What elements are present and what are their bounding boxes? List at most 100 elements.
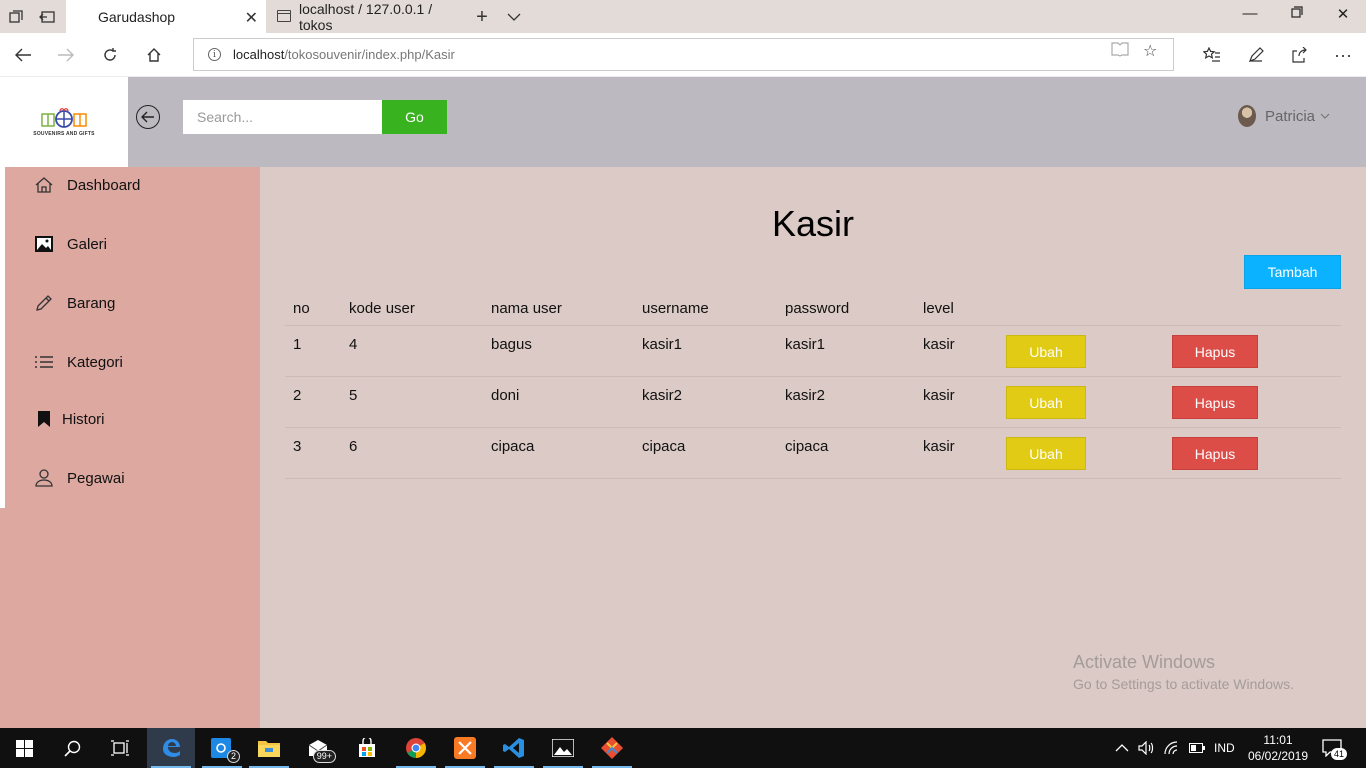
cell-level: kasir [923, 336, 955, 353]
tab-label: localhost / 127.0.0.1 / tokos [299, 0, 433, 33]
task-view-icon[interactable] [96, 728, 144, 768]
chrome-icon[interactable] [392, 728, 440, 768]
table-row: 3 6 cipaca cipaca cipaca kasir Ubah Hapu… [285, 428, 1341, 479]
table-row: 1 4 bagus kasir1 kasir1 kasir Ubah Hapus [285, 326, 1341, 377]
share-icon[interactable] [1287, 44, 1311, 66]
pencil-icon [34, 293, 54, 313]
cell-kode-user: 6 [349, 438, 358, 455]
show-hidden-icons-icon[interactable] [1115, 728, 1129, 768]
address-bar[interactable]: i localhost/tokosouvenir/index.php/Kasir [193, 38, 1174, 71]
site-info-icon[interactable]: i [208, 48, 221, 61]
column-header: password [785, 300, 850, 317]
edit-button[interactable]: Ubah [1006, 386, 1086, 419]
window-close-icon[interactable]: ✕ [1331, 5, 1355, 23]
home-icon [34, 175, 54, 195]
tab-label: Garudashop [98, 8, 176, 25]
close-icon[interactable]: ✕ [245, 8, 258, 28]
minimize-icon[interactable]: — [1238, 5, 1262, 22]
forward-icon[interactable] [54, 44, 78, 66]
edit-button[interactable]: Ubah [1006, 335, 1086, 368]
store-icon[interactable] [343, 728, 391, 768]
edit-button[interactable]: Ubah [1006, 437, 1086, 470]
sidebar-item-kategori[interactable]: Kategori [5, 342, 260, 382]
volume-icon[interactable] [1138, 728, 1154, 768]
start-windows-icon[interactable] [0, 728, 48, 768]
mail-app-icon[interactable]: 2 [198, 728, 246, 768]
git-icon[interactable] [588, 728, 636, 768]
tab-phpmyadmin[interactable]: localhost / 127.0.0.1 / tokos [267, 0, 467, 33]
tab-garudashop[interactable]: Garudashop ✕ [66, 0, 266, 33]
store-badge: 99+ [312, 750, 336, 763]
sidebar-item-galeri[interactable]: Galeri [5, 224, 260, 264]
logo-caption: SOUVENIRS AND GIFTS [33, 131, 95, 137]
new-tab-icon[interactable]: + [472, 6, 492, 28]
app-header: SOUVENIRS AND GIFTS Go Patricia [0, 77, 1366, 167]
inbox-icon[interactable]: 99+ [294, 728, 342, 768]
sidebar-item-label: Histori [62, 410, 105, 428]
sidebar-item-barang[interactable]: Barang [5, 283, 260, 323]
photos-icon[interactable] [539, 728, 587, 768]
activation-watermark: Activate Windows Go to Settings to activ… [1073, 652, 1294, 692]
bookmark-icon [34, 409, 54, 429]
set-tabs-aside-icon[interactable] [37, 7, 57, 27]
kasir-table: no kode user nama user username password… [285, 290, 1341, 479]
delete-button[interactable]: Hapus [1172, 437, 1258, 470]
system-clock[interactable]: 11:01 06/02/2019 [1246, 732, 1310, 764]
cell-level: kasir [923, 438, 955, 455]
sidebar-item-pegawai[interactable]: Pegawai [5, 458, 260, 498]
xampp-icon[interactable] [441, 728, 489, 768]
cell-username: cipaca [642, 438, 686, 455]
battery-icon[interactable] [1189, 728, 1205, 768]
sidebar-item-label: Dashboard [67, 176, 141, 194]
cell-username: kasir2 [642, 387, 683, 404]
reading-view-icon[interactable] [1111, 41, 1129, 62]
cell-username: kasir1 [642, 336, 683, 353]
refresh-icon[interactable] [98, 44, 122, 66]
add-button[interactable]: Tambah [1244, 255, 1341, 289]
back-icon[interactable] [11, 44, 35, 66]
sidebar-toggle-back-icon[interactable] [136, 105, 160, 129]
user-icon [34, 468, 54, 488]
chevron-down-icon [1320, 110, 1330, 122]
table-header: no kode user nama user username password… [285, 290, 1341, 326]
sidebar-item-dashboard[interactable]: Dashboard [5, 165, 260, 205]
address-host: localhost [233, 47, 285, 62]
sidebar-item-histori[interactable]: Histori [5, 399, 260, 439]
table-row: 2 5 doni kasir2 kasir2 kasir Ubah Hapus [285, 377, 1341, 428]
column-header: kode user [349, 300, 415, 317]
page-title: Kasir [771, 203, 855, 244]
avatar [1238, 105, 1256, 127]
vscode-icon[interactable] [490, 728, 538, 768]
edge-icon[interactable] [147, 728, 195, 768]
wifi-icon[interactable] [1164, 728, 1180, 768]
cell-nama-user: cipaca [491, 438, 535, 455]
sidebar-item-label: Galeri [67, 235, 108, 253]
more-icon[interactable]: ··· [1331, 44, 1355, 66]
notification-center-icon[interactable]: 41 [1322, 728, 1348, 768]
favorites-icon[interactable] [1200, 44, 1224, 66]
home-browser-icon[interactable] [142, 44, 166, 66]
cell-password: cipaca [785, 438, 829, 455]
go-button[interactable]: Go [382, 100, 447, 134]
chevron-down-icon[interactable] [504, 7, 524, 27]
cell-password: kasir1 [785, 336, 826, 353]
user-menu[interactable]: Patricia [1238, 105, 1330, 127]
logo[interactable]: SOUVENIRS AND GIFTS [0, 77, 128, 167]
favorite-star-icon[interactable]: ☆ [1143, 41, 1157, 61]
delete-button[interactable]: Hapus [1172, 386, 1258, 419]
search-icon[interactable] [48, 728, 96, 768]
input-language[interactable]: IND [1214, 728, 1235, 768]
image-icon [34, 234, 54, 254]
cell-no: 1 [293, 336, 302, 353]
mail-badge: 2 [226, 750, 240, 763]
restore-icon[interactable] [1285, 5, 1309, 22]
user-name: Patricia [1265, 107, 1316, 125]
delete-button[interactable]: Hapus [1172, 335, 1258, 368]
column-header: level [923, 300, 954, 317]
search-input[interactable] [183, 100, 382, 134]
tab-actions-icon[interactable] [6, 7, 26, 27]
sidebar-item-label: Pegawai [67, 469, 125, 487]
file-explorer-icon[interactable] [245, 728, 293, 768]
watermark-title: Activate Windows [1073, 652, 1216, 672]
pen-icon[interactable] [1244, 44, 1268, 66]
